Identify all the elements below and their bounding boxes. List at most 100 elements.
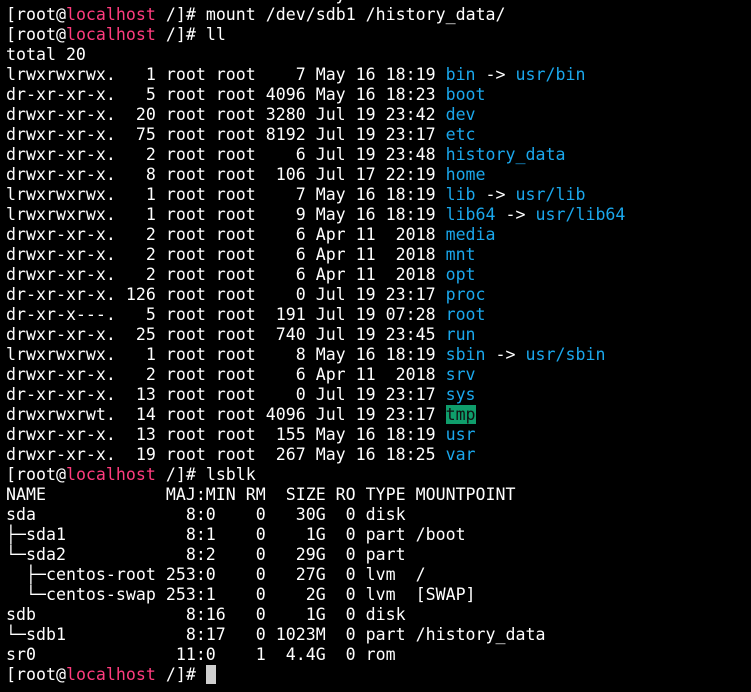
ls-entry: dr-xr-xr-x. 126 root root 0 Jul 19 23:17…	[6, 285, 625, 305]
ls-meta: dr-xr-x---. 5 root root 191 Jul 19 07:28	[6, 305, 446, 324]
output-text: ├─centos-root 253:0 0 27G 0 lvm /	[6, 565, 426, 584]
ls-name: history_data	[445, 145, 566, 164]
ls-name: boot	[445, 85, 486, 104]
output-text: ├─sda1 8:1 0 1G 0 part /boot	[6, 525, 466, 544]
ls-name: home	[445, 165, 486, 184]
ls-name: root	[445, 305, 486, 324]
ls-meta: drwxr-xr-x. 75 root root 8192 Jul 19 23:…	[6, 125, 446, 144]
ls-meta: drwxr-xr-x. 19 root root 267 May 16 18:2…	[6, 445, 446, 464]
ls-meta: dr-xr-xr-x. 126 root root 0 Jul 19 23:17	[6, 285, 446, 304]
ls-name: sbin	[445, 345, 486, 364]
ls-meta: dr-xr-xr-x. 13 root root 0 Jul 19 23:17	[6, 385, 446, 404]
output-text: drwxr-xr-x. 19 root root 267 May 16 18:2…	[6, 0, 476, 4]
ls-meta: drwxr-xr-x. 8 root root 106 Jul 17 22:19	[6, 165, 446, 184]
command-text: lsblk	[205, 465, 256, 484]
ls-name: tmp	[445, 405, 476, 424]
ls-entry: drwxr-xr-x. 20 root root 3280 Jul 19 23:…	[6, 105, 625, 125]
text-cursor[interactable]	[205, 665, 216, 684]
prompt-path: /]#	[155, 465, 206, 484]
output-line: ├─centos-root 253:0 0 27G 0 lvm /	[6, 565, 625, 585]
prompt-user: [root@	[6, 465, 66, 484]
symlink-arrow: ->	[475, 185, 516, 204]
output-line: sda 8:0 0 30G 0 disk	[6, 505, 625, 525]
ls-name: proc	[445, 285, 486, 304]
ls-entry: dr-xr-x---. 5 root root 191 Jul 19 07:28…	[6, 305, 625, 325]
output-text: total 20	[6, 45, 86, 64]
prompt-host: localhost	[65, 5, 156, 24]
ls-entry: drwxr-xr-x. 75 root root 8192 Jul 19 23:…	[6, 125, 625, 145]
ls-entry: dr-xr-xr-x. 5 root root 4096 May 16 18:2…	[6, 85, 625, 105]
prompt-line: [root@localhost /]# ll	[6, 25, 625, 45]
prompt-host: localhost	[65, 465, 156, 484]
ls-name: etc	[445, 125, 476, 144]
symlink-target: usr/lib	[515, 185, 586, 204]
symlink-arrow: ->	[475, 65, 516, 84]
symlink-target: usr/sbin	[525, 345, 606, 364]
ls-name: media	[445, 225, 496, 244]
command-text: mount /dev/sdb1 /history_data/	[205, 5, 506, 24]
ls-meta: drwxr-xr-x. 13 root root 155 May 16 18:1…	[6, 425, 446, 444]
ls-entry: lrwxrwxrwx. 1 root root 8 May 16 18:19 s…	[6, 345, 625, 365]
ls-entry: dr-xr-xr-x. 13 root root 0 Jul 19 23:17 …	[6, 385, 625, 405]
output-text: └─centos-swap 253:1 0 2G 0 lvm [SWAP]	[6, 585, 476, 604]
ls-entry: lrwxrwxrwx. 1 root root 7 May 16 18:19 b…	[6, 65, 625, 85]
ls-meta: drwxr-xr-x. 2 root root 6 Apr 11 2018	[6, 245, 446, 264]
symlink-target: usr/bin	[515, 65, 586, 84]
prompt-line: [root@localhost /]# mount /dev/sdb1 /his…	[6, 5, 625, 25]
ls-entry: drwxr-xr-x. 13 root root 155 May 16 18:1…	[6, 425, 625, 445]
ls-name: dev	[445, 105, 476, 124]
ls-entry: drwxr-xr-x. 8 root root 106 Jul 17 22:19…	[6, 165, 625, 185]
ls-name: run	[445, 325, 476, 344]
ls-meta: drwxr-xr-x. 2 root root 6 Jul 19 23:48	[6, 145, 446, 164]
ls-name: opt	[445, 265, 476, 284]
ls-name: lib64	[445, 205, 496, 224]
ls-entry: drwxr-xr-x. 2 root root 6 Apr 11 2018 me…	[6, 225, 625, 245]
ls-meta: drwxr-xr-x. 2 root root 6 Apr 11 2018	[6, 225, 446, 244]
output-line: └─sdb1 8:17 0 1023M 0 part /history_data	[6, 625, 625, 645]
symlink-target: usr/lib64	[535, 205, 626, 224]
output-text: └─sdb1 8:17 0 1023M 0 part /history_data	[6, 625, 546, 644]
prompt-user: [root@	[6, 25, 66, 44]
output-text: sdb 8:16 0 1G 0 disk	[6, 605, 416, 624]
output-line: total 20	[6, 45, 625, 65]
ls-entry: drwxr-xr-x. 2 root root 6 Apr 11 2018 sr…	[6, 365, 625, 385]
output-text: NAME MAJ:MIN RM SIZE RO TYPE MOUNTPOINT	[6, 485, 516, 504]
ls-entry: lrwxrwxrwx. 1 root root 7 May 16 18:19 l…	[6, 185, 625, 205]
prompt-path: /]#	[155, 5, 206, 24]
terminal-window[interactable]: drwxr-xr-x. 19 root root 267 May 16 18:2…	[0, 0, 751, 692]
command-text: ll	[205, 25, 226, 44]
output-text: └─sda2 8:2 0 29G 0 part	[6, 545, 416, 564]
symlink-arrow: ->	[495, 205, 536, 224]
prompt-line: [root@localhost /]# lsblk	[6, 465, 625, 485]
ls-name: mnt	[445, 245, 476, 264]
output-line: ├─sda1 8:1 0 1G 0 part /boot	[6, 525, 625, 545]
ls-name: var	[445, 445, 476, 464]
ls-entry: drwxr-xr-x. 2 root root 6 Apr 11 2018 mn…	[6, 245, 625, 265]
output-line: └─centos-swap 253:1 0 2G 0 lvm [SWAP]	[6, 585, 625, 605]
ls-meta: lrwxrwxrwx. 1 root root 8 May 16 18:19	[6, 345, 446, 364]
ls-entry: drwxrwxrwt. 14 root root 4096 Jul 19 23:…	[6, 405, 625, 425]
ls-entry: drwxr-xr-x. 2 root root 6 Jul 19 23:48 h…	[6, 145, 625, 165]
prompt-host: localhost	[65, 25, 156, 44]
ls-meta: drwxr-xr-x. 25 root root 740 Jul 19 23:4…	[6, 325, 446, 344]
ls-meta: lrwxrwxrwx. 1 root root 9 May 16 18:19	[6, 205, 446, 224]
ls-name: sys	[445, 385, 476, 404]
output-line: sr0 11:0 1 4.4G 0 rom	[6, 645, 625, 665]
ls-meta: drwxr-xr-x. 2 root root 6 Apr 11 2018	[6, 265, 446, 284]
output-line: └─sda2 8:2 0 29G 0 part	[6, 545, 625, 565]
ls-meta: drwxr-xr-x. 20 root root 3280 Jul 19 23:…	[6, 105, 446, 124]
terminal-output: drwxr-xr-x. 19 root root 267 May 16 18:2…	[6, 0, 625, 685]
prompt-host: localhost	[65, 665, 156, 684]
ls-meta: lrwxrwxrwx. 1 root root 7 May 16 18:19	[6, 65, 446, 84]
output-text: sr0 11:0 1 4.4G 0 rom	[6, 645, 416, 664]
ls-meta: lrwxrwxrwx. 1 root root 7 May 16 18:19	[6, 185, 446, 204]
prompt-user: [root@	[6, 665, 66, 684]
ls-meta: dr-xr-xr-x. 5 root root 4096 May 16 18:2…	[6, 85, 446, 104]
prompt-path: /]#	[155, 25, 206, 44]
ls-name: lib	[445, 185, 476, 204]
ls-meta: drwxrwxrwt. 14 root root 4096 Jul 19 23:…	[6, 405, 446, 424]
ls-name: usr	[445, 425, 476, 444]
ls-entry: drwxr-xr-x. 2 root root 6 Apr 11 2018 op…	[6, 265, 625, 285]
symlink-arrow: ->	[485, 345, 526, 364]
prompt-user: [root@	[6, 5, 66, 24]
